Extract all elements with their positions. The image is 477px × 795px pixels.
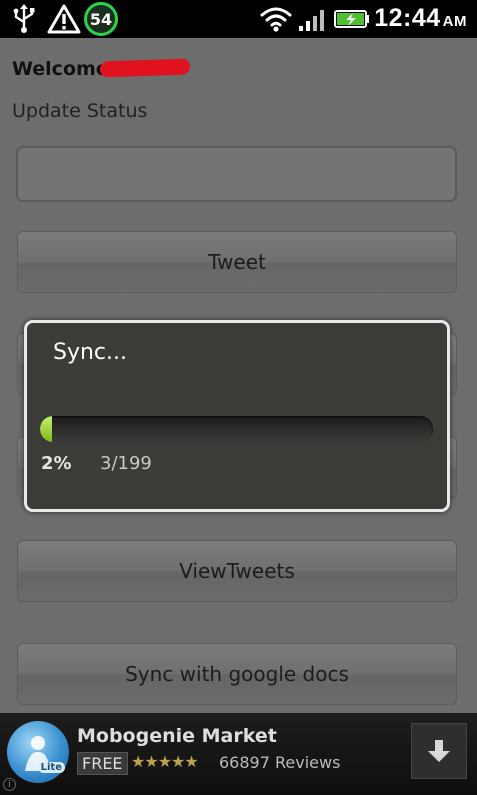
battery-charging-icon: [334, 10, 369, 28]
download-arrow-icon: [428, 740, 450, 762]
tweet-button[interactable]: Tweet: [17, 231, 457, 293]
ad-banner[interactable]: Lite i Mobogenie Market FREE ★★★★★ 66897…: [0, 713, 477, 795]
app-logo-icon: Lite: [7, 721, 69, 783]
redacted-username: [99, 58, 191, 78]
ad-reviews-count: 66897 Reviews: [219, 753, 341, 772]
welcome-text: Welcome: [12, 58, 109, 80]
clock-time: 12:44: [374, 4, 441, 32]
download-button[interactable]: [411, 723, 467, 779]
progress-count: 3/199: [100, 453, 152, 474]
status-bar: 54 12:44 AM: [0, 0, 477, 38]
rating-stars-icon: ★★★★★: [131, 752, 199, 771]
clock-ampm: AM: [442, 13, 467, 30]
ad-info-icon[interactable]: i: [3, 778, 16, 791]
update-status-label: Update Status: [12, 100, 148, 122]
warning-icon: [47, 4, 81, 34]
sync-google-docs-button[interactable]: Sync with google docs: [17, 643, 457, 705]
clock: 12:44 AM: [374, 4, 467, 33]
progress-bar-fill: [40, 416, 52, 442]
progress-percent: 2%: [41, 453, 72, 474]
signal-icon: [299, 10, 324, 31]
notification-count-badge: 54: [84, 2, 118, 36]
progress-bar: [40, 416, 433, 442]
view-tweets-button[interactable]: ViewTweets: [17, 540, 457, 602]
logo-lite-label: Lite: [37, 762, 65, 773]
usb-icon: [13, 4, 35, 33]
status-input[interactable]: [16, 146, 457, 202]
dialog-title: Sync...: [53, 340, 128, 365]
free-badge: FREE: [77, 752, 128, 775]
sync-progress-dialog: Sync... 2% 3/199: [24, 320, 450, 512]
wifi-icon: [260, 7, 292, 32]
ad-app-name: Mobogenie Market: [77, 725, 277, 747]
